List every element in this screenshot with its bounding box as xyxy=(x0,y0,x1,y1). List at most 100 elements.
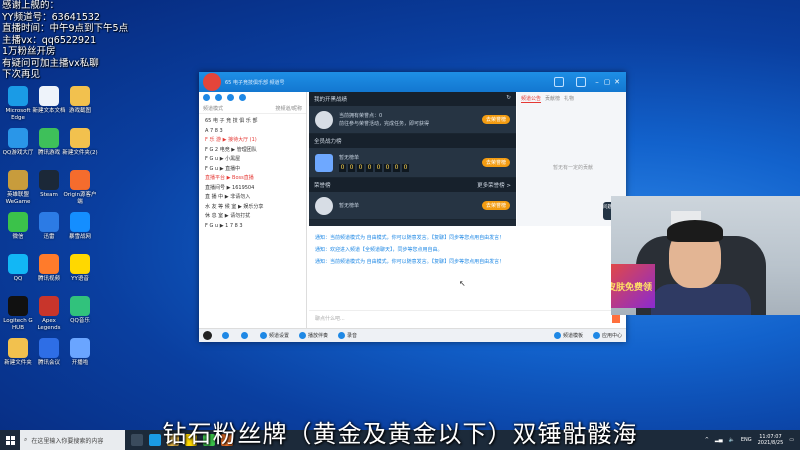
app-icon xyxy=(39,254,59,274)
desktop-icon[interactable]: 开播啦 xyxy=(62,338,98,367)
tab-contribution[interactable]: 贡献榜 xyxy=(545,95,560,103)
channel-list[interactable]: 65 电 子 竞 技 俱 乐 部A 7 8 3F 乐 游 ▶ 接待大厅 (1) F… xyxy=(199,114,306,234)
power-digit: 0 xyxy=(339,163,346,172)
left-toolbar xyxy=(199,92,306,104)
desktop-icon[interactable]: Origin源客户端 xyxy=(62,170,98,205)
cursor-icon: ↖ xyxy=(459,279,466,288)
channel-item[interactable]: A 7 8 3 xyxy=(205,127,300,137)
desktop-icon-label: Origin源客户端 xyxy=(63,192,97,205)
chat-input-placeholder[interactable]: 聊点什么吧... xyxy=(315,315,345,322)
channel-item[interactable]: 直 播 中 ▶ 非请勿入 xyxy=(205,193,300,203)
honor-list-button[interactable]: 去荣誉榜 xyxy=(481,115,510,124)
overlay-line: 主播vx：qq6522921 xyxy=(2,34,97,46)
app-center-button[interactable]: 应用中心 xyxy=(592,332,622,339)
channel-item[interactable]: F G 2 电竞 ▶ 管理团队 xyxy=(205,146,300,156)
yy-app-window[interactable]: 65 电子竞技俱乐部 频道号 – ▢ ✕ 频道模式 搜频道/昵称 65 电 子 … xyxy=(199,72,626,342)
refresh-icon[interactable]: ↻ xyxy=(506,95,511,103)
app-titlebar: 65 电子竞技俱乐部 频道号 – ▢ ✕ xyxy=(199,72,626,92)
app-icon xyxy=(70,338,90,358)
message-icon[interactable] xyxy=(576,77,586,87)
honor-points: 当前拥有荣誉点：0 xyxy=(339,112,383,119)
power-digit: 0 xyxy=(402,163,409,172)
stream-overlay: 感谢上舰的： YY频道号：63641532 直播时间：中午9点到下午5点 主播v… xyxy=(2,0,152,81)
app-icon xyxy=(8,128,28,148)
tab-gift[interactable]: 礼物 xyxy=(564,95,574,103)
maximize-icon[interactable]: ▢ xyxy=(602,78,612,86)
channel-item[interactable]: 直播平台 ▶ Boss直播 xyxy=(205,174,300,184)
app-icon xyxy=(70,296,90,316)
app-icon xyxy=(8,212,28,232)
app-icon xyxy=(70,170,90,190)
desktop-icon[interactable]: 暴雪战网 xyxy=(62,212,98,241)
mic-icon[interactable] xyxy=(222,332,231,339)
channel-search-input[interactable]: 搜频道/昵称 xyxy=(275,105,302,112)
power-digit: 0 xyxy=(393,163,400,172)
template-button[interactable]: 频道模板 xyxy=(553,332,583,339)
app-icon xyxy=(39,296,59,316)
chat-line: 通知：当前频道模式为 自由模式，你可以随意发言。【复聊】同步等您点用自由发言！ xyxy=(315,259,505,265)
home-tool-icon[interactable] xyxy=(203,94,210,101)
location-tool-icon[interactable] xyxy=(227,94,234,101)
section-header: 荣誉榜 更多荣誉榜 > xyxy=(309,178,516,192)
app-icon xyxy=(39,170,59,190)
record-button[interactable]: 录音 xyxy=(338,332,357,339)
channel-item[interactable]: 65 电 子 竞 技 俱 乐 部 xyxy=(205,117,300,127)
honor-panel: 我的开黑战绩 ↻ 当前拥有荣誉点：0 前往参与荣誉活动，完成任务，即可获得 去荣誉榜… xyxy=(309,92,516,226)
promo-text: 皮肤免费领 xyxy=(611,283,653,293)
honor-board-row: 暂无榜单 去荣誉榜 xyxy=(309,192,516,220)
overlay-line: 1万粉丝开房 xyxy=(2,46,56,57)
minimize-icon[interactable]: – xyxy=(592,78,602,86)
rank-badge-icon xyxy=(315,153,333,172)
channel-item[interactable]: 休 息 室 ▶ 请勿打扰 xyxy=(205,212,300,222)
user-tool-icon[interactable] xyxy=(215,94,222,101)
app-icon xyxy=(70,212,90,232)
app-icon xyxy=(39,212,59,232)
channel-item[interactable]: 直播间号 ▶ 1619504 xyxy=(205,184,300,194)
desktop-icon-label: 暴雪战网 xyxy=(68,234,91,240)
power-digit: 0 xyxy=(366,163,373,172)
settings-button[interactable]: 频道设置 xyxy=(260,332,289,339)
channel-item[interactable]: F 乐 游 ▶ 接待大厅 (1) xyxy=(205,136,300,146)
channel-logo-icon xyxy=(203,73,221,91)
speaker-icon[interactable] xyxy=(241,332,250,339)
desktop-icon[interactable]: QQ音乐 xyxy=(62,296,98,325)
app-title: 65 电子竞技俱乐部 频道号 xyxy=(225,79,285,86)
desktop-icon[interactable]: 游戏截图 xyxy=(62,86,98,115)
close-icon[interactable]: ✕ xyxy=(612,78,622,86)
power-digit: 0 xyxy=(375,163,382,172)
power-list-button[interactable]: 去荣誉榜 xyxy=(481,158,510,167)
app-icon xyxy=(70,128,90,148)
channel-item[interactable]: F G u ▶ 1 7 8 3 xyxy=(205,222,300,232)
channel-tree-pane: 频道模式 搜频道/昵称 65 电 子 竞 技 俱 乐 部A 7 8 3F 乐 游… xyxy=(199,92,307,328)
channel-item[interactable]: F G u ▶ 直播中 xyxy=(205,165,300,175)
honor-hint: 前往参与荣誉活动，完成任务，即可获得 xyxy=(339,120,430,127)
channel-item[interactable]: F G u ▶ 小黑屋 xyxy=(205,155,300,165)
music-button[interactable]: 播放伴奏 xyxy=(299,332,328,339)
app-icon xyxy=(70,254,90,274)
section-title: 全员战力榜 xyxy=(314,139,342,145)
power-digit: 0 xyxy=(348,163,355,172)
app-icon xyxy=(8,86,28,106)
chat-input[interactable]: 聊点什么吧... xyxy=(309,310,626,326)
app-icon xyxy=(8,170,28,190)
share-tool-icon[interactable] xyxy=(239,94,246,101)
app-icon xyxy=(39,86,59,106)
channel-mode-label[interactable]: 频道模式 xyxy=(203,105,223,112)
streamer-shirt xyxy=(651,284,751,315)
app-icon xyxy=(8,254,28,274)
desktop-icon[interactable]: 新建文件夹(2) xyxy=(62,128,98,157)
tab-announcement[interactable]: 频道公告 xyxy=(521,95,542,103)
left-search-row: 频道模式 搜频道/昵称 xyxy=(199,104,306,114)
desktop-icon-label: 开播啦 xyxy=(71,360,89,366)
user-avatar[interactable] xyxy=(203,331,212,340)
app-icon xyxy=(70,86,90,106)
promo-poster: 皮肤免费领 xyxy=(611,264,655,308)
send-icon[interactable] xyxy=(612,315,620,323)
honor-board-button[interactable]: 去荣誉榜 xyxy=(481,201,510,210)
home-icon[interactable] xyxy=(554,77,564,87)
desktop-icon[interactable]: YY语音 xyxy=(62,254,98,283)
chat-log: 通知：当前频道模式为 自由模式，你可以随意发言。【复聊】同步等您点用自由发言！ … xyxy=(309,228,626,310)
section-title: 荣誉榜 xyxy=(314,183,331,189)
channel-item[interactable]: 水 友 等 候 室 ▶ 娱乐分享 xyxy=(205,203,300,213)
more-link[interactable]: 更多荣誉榜 > xyxy=(477,181,511,189)
